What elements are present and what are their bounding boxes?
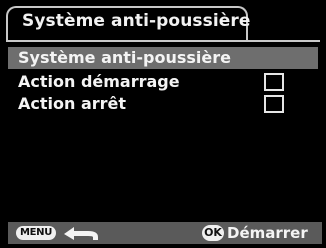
startup-action-checkbox[interactable] bbox=[264, 73, 284, 91]
menu-button[interactable]: MENU bbox=[16, 226, 57, 240]
page-title: Système anti-poussière bbox=[22, 11, 251, 31]
menu-item-label: Action arrêt bbox=[18, 94, 127, 113]
footer-bar: MENU OK Démarrer bbox=[8, 222, 322, 244]
menu-item-label: Système anti-poussière bbox=[18, 48, 231, 67]
shutdown-action-checkbox[interactable] bbox=[264, 95, 284, 113]
menu-item-startup-action[interactable]: Action démarrage bbox=[0, 71, 326, 93]
ok-button[interactable]: OK bbox=[202, 225, 224, 241]
menu-item-dust-removal[interactable]: Système anti-poussière bbox=[0, 47, 326, 69]
title-divider bbox=[6, 40, 320, 42]
menu-item-shutdown-action[interactable]: Action arrêt bbox=[0, 93, 326, 115]
menu-item-label: Action démarrage bbox=[18, 72, 180, 91]
return-arrow-icon[interactable] bbox=[62, 225, 102, 241]
start-label: Démarrer bbox=[227, 224, 308, 242]
